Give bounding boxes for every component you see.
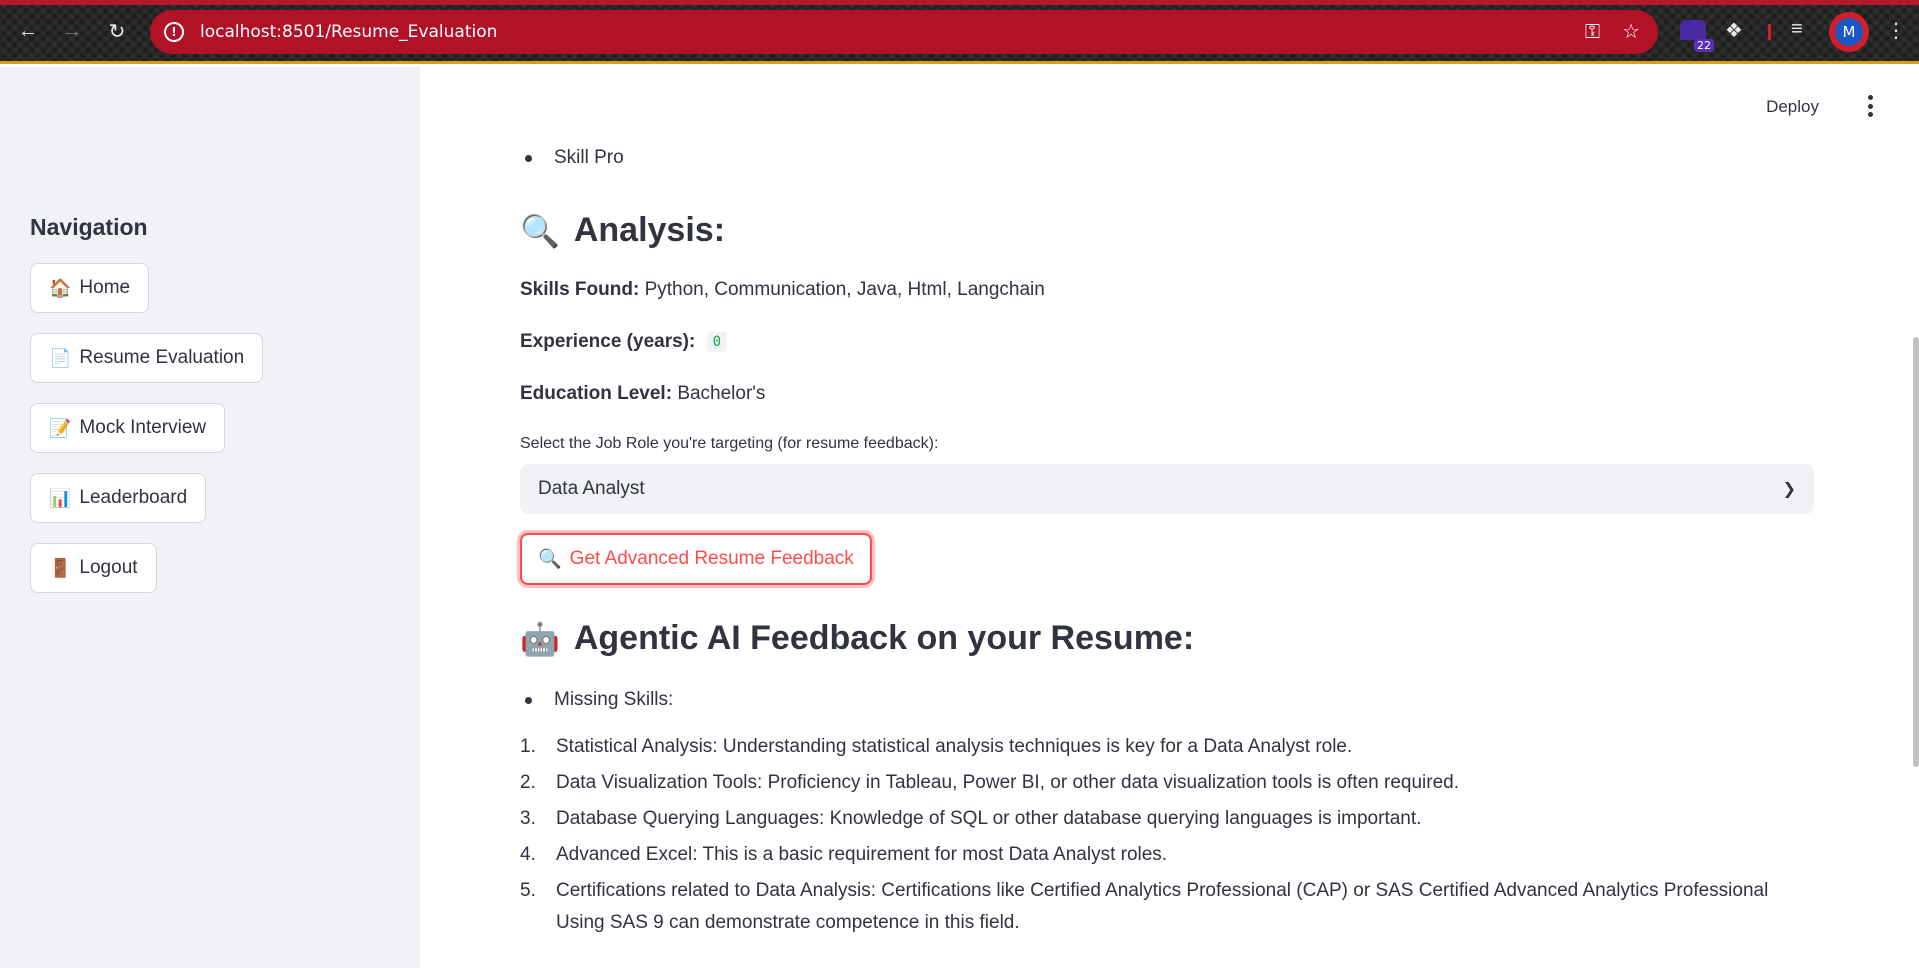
app-menu-icon[interactable] [1866, 95, 1874, 117]
list-number: 4. [520, 844, 536, 865]
avatar-letter: M [1835, 18, 1863, 46]
sidebar-item-leaderboard[interactable]: 📊 Leaderboard [30, 473, 207, 523]
list-item: 3. Database Querying Languages: Knowledg… [520, 803, 1820, 835]
browser-toolbar: ← → ↻ ! localhost:8501/Resume_Evaluation… [0, 0, 1919, 64]
sidebar-item-label: Mock Interview [79, 417, 207, 438]
missing-skills-list: 1. Statistical Analysis: Understanding s… [520, 731, 1820, 943]
sidebar-title: Navigation [30, 214, 148, 240]
puzzle-icon[interactable]: ❖ [1725, 18, 1743, 43]
list-item-text: Statistical Analysis: Understanding stat… [556, 736, 1353, 757]
get-feedback-button[interactable]: 🔍 Get Advanced Resume Feedback [520, 533, 872, 585]
memo-icon: 📝 [49, 417, 72, 438]
sidebar-item-mock-interview[interactable]: 📝 Mock Interview [30, 403, 226, 453]
skills-value: Python, Communication, Java, Html, Langc… [644, 279, 1045, 300]
document-icon: 📄 [49, 347, 72, 368]
media-control-icon[interactable]: ≡ [1791, 18, 1803, 41]
avatar[interactable]: M [1829, 12, 1869, 52]
list-item-text: Advanced Excel: This is a basic requirem… [556, 844, 1168, 865]
sidebar-item-logout[interactable]: 🚪 Logout [30, 543, 157, 593]
list-number: 3. [520, 808, 536, 829]
experience-value: 0 [706, 331, 728, 352]
feedback-heading: 🤖 Agentic AI Feedback on your Resume: [520, 619, 1194, 658]
education-value: Bachelor's [677, 383, 766, 404]
sidebar-item-label: Logout [79, 557, 138, 578]
list-item-text: Database Querying Languages: Knowledge o… [556, 808, 1422, 829]
browser-menu-icon[interactable]: ⋮ [1886, 18, 1906, 43]
key-icon[interactable]: ⚿ [1585, 22, 1600, 42]
star-icon[interactable]: ☆ [1622, 22, 1640, 42]
list-item: 5. Certifications related to Data Analys… [520, 875, 1820, 939]
toolbar-accent [0, 0, 1919, 5]
experience: Experience (years): 0 [520, 331, 728, 353]
list-item: Missing Skills: [520, 689, 673, 711]
analysis-heading-text: Analysis: [573, 211, 726, 249]
toolbar-divider [1768, 24, 1771, 40]
experience-label: Experience (years): [520, 331, 696, 352]
home-icon: 🏠 [49, 277, 72, 298]
extension-icon[interactable]: 22 [1680, 18, 1714, 52]
list-item: 1. Statistical Analysis: Understanding s… [520, 731, 1820, 763]
door-icon: 🚪 [49, 557, 72, 578]
list-item: 4. Advanced Excel: This is a basic requi… [520, 839, 1820, 871]
deploy-button[interactable]: Deploy [1766, 97, 1819, 117]
robot-icon: 🤖 [520, 620, 560, 657]
list-item-text: Missing Skills: [554, 689, 674, 710]
skills-found: Skills Found: Python, Communication, Jav… [520, 279, 1045, 301]
url-text[interactable]: localhost:8501/Resume_Evaluation [200, 22, 497, 42]
get-feedback-label: Get Advanced Resume Feedback [569, 548, 854, 569]
back-icon[interactable]: ← [14, 17, 42, 45]
job-role-label: Select the Job Role you're targeting (fo… [520, 435, 939, 452]
main-content: Deploy Skill Pro 🔍 Analysis: Skills Foun… [420, 67, 1919, 968]
list-item-text: Certifications related to Data Analysis:… [556, 880, 1769, 933]
forward-icon[interactable]: → [58, 17, 86, 45]
list-number: 5. [520, 880, 536, 901]
address-bar[interactable]: ! localhost:8501/Resume_Evaluation ⚿ ☆ [150, 10, 1658, 54]
list-item: 2. Data Visualization Tools: Proficiency… [520, 767, 1820, 799]
list-number: 2. [520, 772, 536, 793]
magnifier-icon: 🔍 [538, 549, 562, 570]
sidebar-item-home[interactable]: 🏠 Home [30, 263, 150, 313]
education-label: Education Level: [520, 383, 673, 404]
chevron-down-icon: ❯ [1782, 481, 1796, 498]
sidebar-item-label: Leaderboard [79, 487, 188, 508]
reload-icon[interactable]: ↻ [103, 17, 131, 45]
job-role-selected: Data Analyst [538, 478, 645, 499]
list-item: Skill Pro [520, 147, 624, 169]
skills-label: Skills Found: [520, 279, 640, 300]
sidebar-item-resume-evaluation[interactable]: 📄 Resume Evaluation [30, 333, 264, 383]
scrollbar[interactable] [1913, 337, 1919, 767]
bar-chart-icon: 📊 [49, 487, 72, 508]
sidebar: Navigation 🏠 Home 📄 Resume Evaluation 📝 … [0, 67, 420, 968]
extension-badge: 22 [1694, 39, 1714, 52]
education: Education Level: Bachelor's [520, 383, 765, 405]
feedback-heading-text: Agentic AI Feedback on your Resume: [573, 619, 1195, 657]
analysis-heading: 🔍 Analysis: [520, 211, 725, 250]
sidebar-item-label: Resume Evaluation [79, 347, 245, 368]
site-info-icon[interactable]: ! [164, 22, 184, 42]
sidebar-item-label: Home [79, 277, 131, 298]
list-item-text: Skill Pro [554, 147, 624, 168]
job-role-select[interactable]: Data Analyst ❯ [520, 464, 1814, 514]
list-item-text: Data Visualization Tools: Proficiency in… [556, 772, 1460, 793]
magnifier-icon: 🔍 [520, 212, 560, 249]
list-number: 1. [520, 736, 536, 757]
